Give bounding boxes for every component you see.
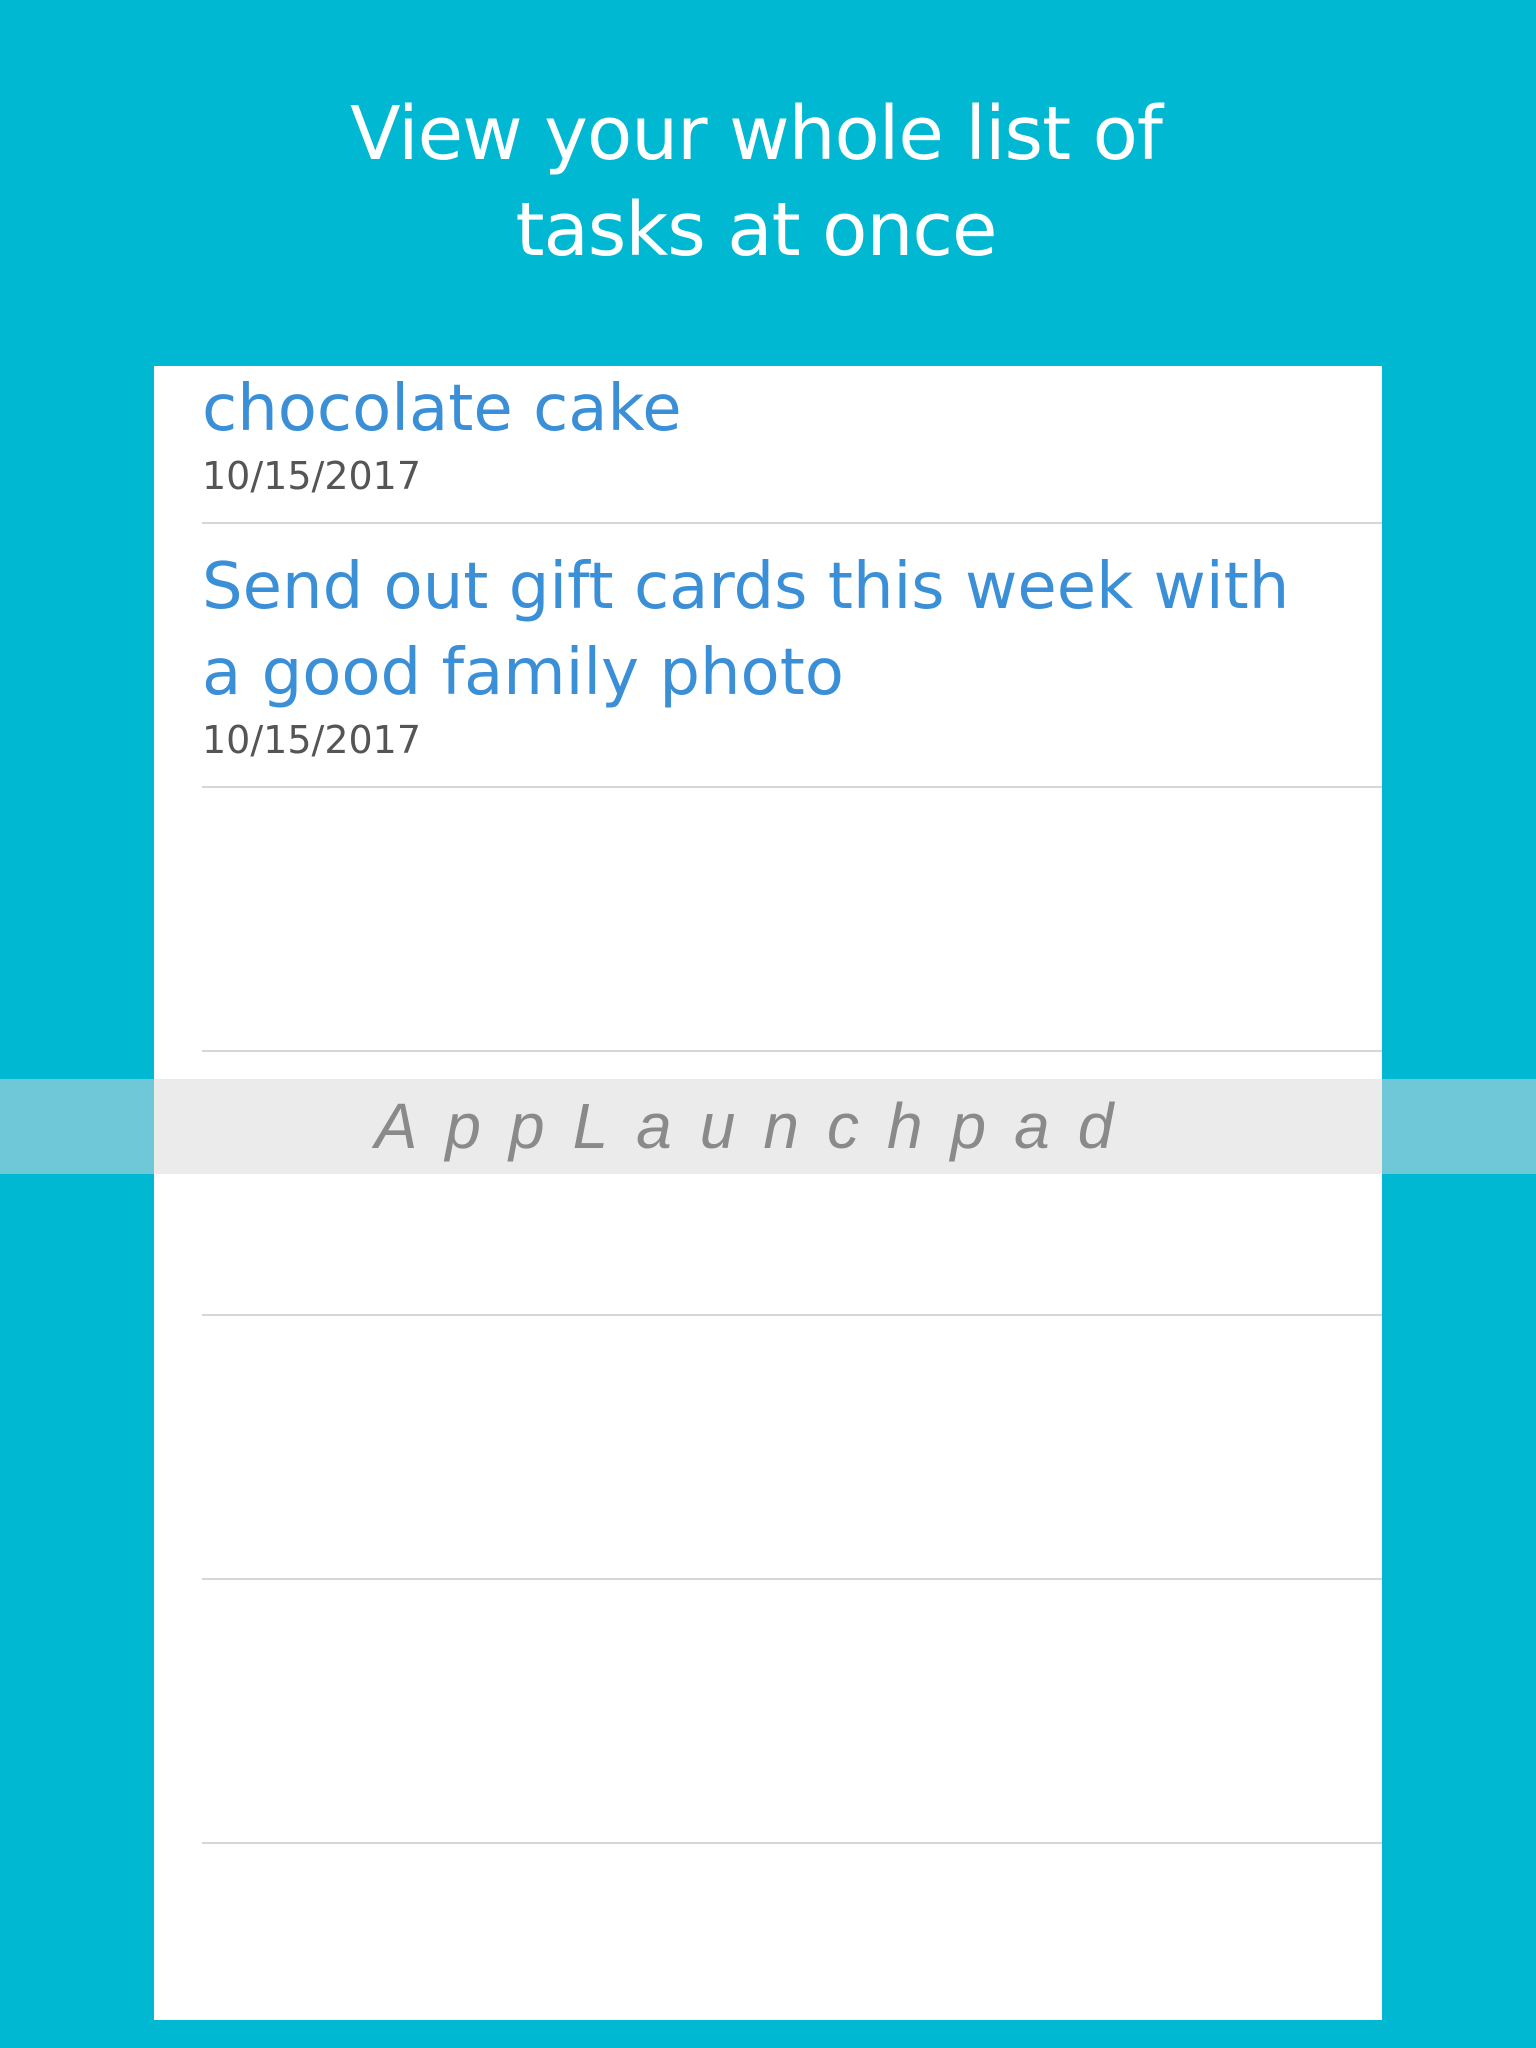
task-list-screen: chocolate cake 10/15/2017 Send out gift … [154, 366, 1382, 2020]
task-title: Send out gift cards this week with a goo… [202, 544, 1289, 716]
task-date: 10/15/2017 [202, 454, 422, 498]
task-title: chocolate cake [202, 366, 682, 452]
empty-row[interactable] [202, 1316, 1382, 1578]
headline-line-2: tasks at once [515, 187, 997, 273]
task-row[interactable]: Send out gift cards this week with a goo… [202, 524, 1382, 786]
task-title-line: Send out gift cards this week with [202, 550, 1290, 624]
task-date: 10/15/2017 [202, 718, 422, 762]
task-row[interactable]: chocolate cake 10/15/2017 [202, 366, 1382, 522]
task-title-line: chocolate cake [202, 372, 682, 446]
task-title-line: a good family photo [202, 636, 844, 710]
empty-row[interactable] [202, 788, 1382, 1050]
headline: View your whole list of tasks at once [0, 86, 1512, 278]
empty-row[interactable] [202, 1844, 1382, 2020]
watermark-panel: AppLaunchpad [154, 1079, 1382, 1174]
watermark-band: AppLaunchpad [0, 1079, 1536, 1174]
watermark-text: AppLaunchpad [374, 1090, 1142, 1162]
empty-row[interactable] [202, 1580, 1382, 1842]
headline-line-1: View your whole list of [350, 91, 1163, 177]
